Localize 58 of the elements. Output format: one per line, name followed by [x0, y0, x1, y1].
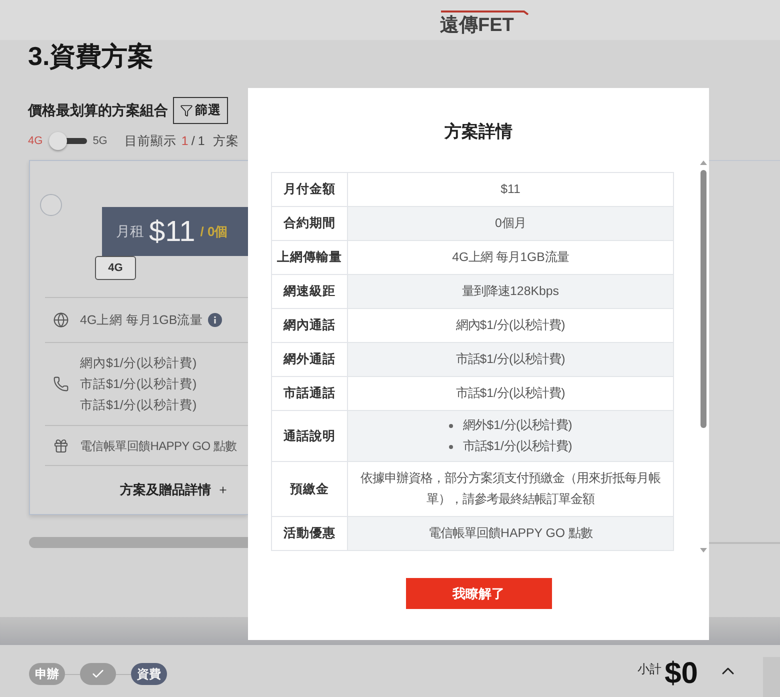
bullet-icon: [448, 424, 453, 428]
info-icon[interactable]: [208, 313, 222, 327]
price-amount: $11: [149, 214, 196, 248]
row-label-cell: 通話說明: [272, 410, 348, 462]
vertical-scrollbar[interactable]: [699, 160, 708, 553]
brand-logo[interactable]: 遠傳FET: [440, 8, 530, 37]
row-label-cell: 活動優惠: [272, 516, 348, 550]
contract-period: / 0個: [200, 222, 228, 241]
subtotal-label: 小計: [638, 661, 662, 678]
gift-text: 電信帳單回饋HAPPY GO 點數: [80, 438, 237, 454]
value-cell: 電信帳單回饋HAPPY GO 點數: [348, 516, 674, 550]
row-label-cell: 網外通話: [272, 342, 348, 376]
network-toggle[interactable]: [48, 132, 87, 150]
globe-icon: [53, 312, 69, 328]
network-badge: 4G: [95, 256, 136, 280]
row-label-cell: 月付金額: [272, 172, 348, 206]
value-cell: 網內$1/分(以秒計費): [348, 308, 674, 342]
row-label-cell: 上網傳輸量: [272, 240, 348, 274]
data-allowance: 4G上網 每月1GB流量: [80, 312, 204, 329]
section-title: 3.資費方案: [28, 40, 155, 72]
filter-button[interactable]: 篩選: [173, 97, 228, 124]
toggle-label: 5G: [92, 134, 108, 149]
call-rate: 市話$1/分(以秒計費): [80, 376, 197, 393]
section-subtitle: 價格最划算的方案組合: [28, 101, 168, 120]
confirm-button[interactable]: 我瞭解了: [406, 578, 552, 609]
rent-label: 月租: [116, 222, 144, 241]
row-label-cell: 合約期間: [272, 206, 348, 240]
call-rate: 市話$1/分(以秒計費): [80, 396, 197, 414]
value-cell: 市話$1/分(以秒計費): [348, 342, 674, 376]
dialog-title: 方案詳情: [444, 121, 512, 143]
list-item-text: 市話$1/分(以秒計費): [462, 438, 572, 455]
horizontal-scrollbar[interactable]: [29, 537, 248, 548]
toggle-label: 4G: [28, 134, 43, 149]
value-cell: 量到降速128Kbps: [348, 274, 674, 308]
plus-icon: [218, 485, 228, 495]
row-label-cell: 市話通話: [272, 376, 348, 410]
row-label-cell: 預繳金: [272, 462, 348, 516]
value-cell: 4G上網 每月1GB流量: [348, 240, 674, 274]
value-cell: $11: [348, 172, 674, 206]
value-cell: 0個月: [348, 206, 674, 240]
result-count-label: 目前顯示: [124, 132, 176, 150]
row-label-cell: 網內通話: [272, 308, 348, 342]
phone-icon: [53, 376, 69, 392]
list-item-text: 網外$1/分(以秒計費): [462, 417, 572, 434]
gift-icon: [53, 438, 69, 454]
subtotal-amount: $0: [664, 658, 698, 690]
step-indicator: 申辦: [29, 663, 65, 685]
result-count-unit: 方案: [212, 132, 239, 150]
value-cell: 依據申辦資格，部分方案須支付預繳金（用來折抵每月帳單），請參考最終結帳訂單金額: [348, 462, 674, 516]
plan-radio[interactable]: [40, 194, 62, 216]
value-cell: 市話$1/分(以秒計費): [348, 376, 674, 410]
plan-details-link[interactable]: 方案及贈品詳情: [120, 480, 228, 500]
step-indicator: 資費: [131, 663, 167, 685]
row-label-cell: 網速級距: [272, 274, 348, 308]
bullet-icon: [448, 444, 453, 448]
plan-count: 1 / 1: [181, 132, 205, 150]
filter-icon: [180, 104, 193, 117]
call-rate: 網內$1/分(以秒計費): [80, 354, 197, 372]
